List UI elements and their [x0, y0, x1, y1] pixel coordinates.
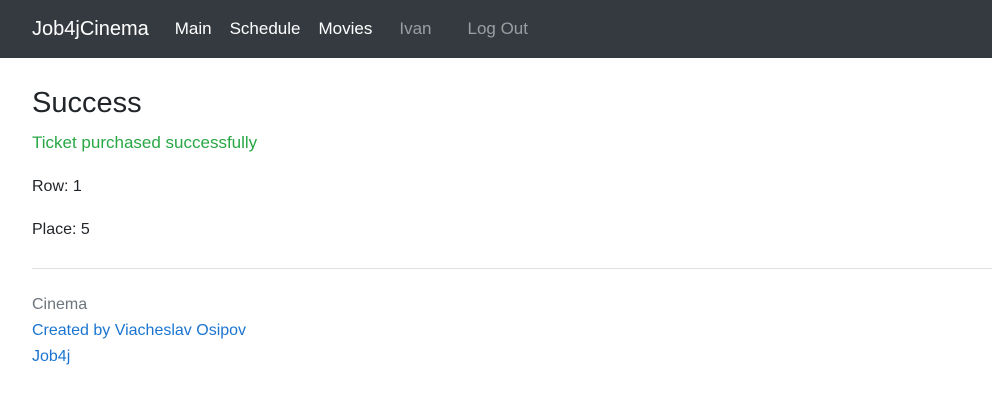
- author-link[interactable]: Created by Viacheslav Osipov: [32, 318, 992, 344]
- nav-link-main[interactable]: Main: [175, 19, 212, 39]
- footer: Cinema Created by Viacheslav Osipov Job4…: [0, 269, 992, 370]
- nav-user-name[interactable]: Ivan: [399, 19, 431, 39]
- logout-link[interactable]: Log Out: [467, 19, 528, 39]
- nav-link-schedule[interactable]: Schedule: [230, 19, 301, 39]
- top-navbar: Job4jCinema Main Schedule Movies Ivan Lo…: [0, 0, 992, 58]
- page-title: Success: [32, 87, 142, 119]
- nav-link-movies[interactable]: Movies: [318, 19, 372, 39]
- brand-link[interactable]: Job4jCinema: [32, 18, 149, 41]
- footer-title: Cinema: [32, 295, 88, 313]
- ticket-row: Row: 1: [32, 178, 82, 196]
- main-content: Success Ticket purchased successfully Ro…: [0, 58, 992, 240]
- job4j-link[interactable]: Job4j: [32, 344, 992, 370]
- ticket-place: Place: 5: [32, 221, 90, 239]
- success-message: Ticket purchased successfully: [32, 132, 258, 152]
